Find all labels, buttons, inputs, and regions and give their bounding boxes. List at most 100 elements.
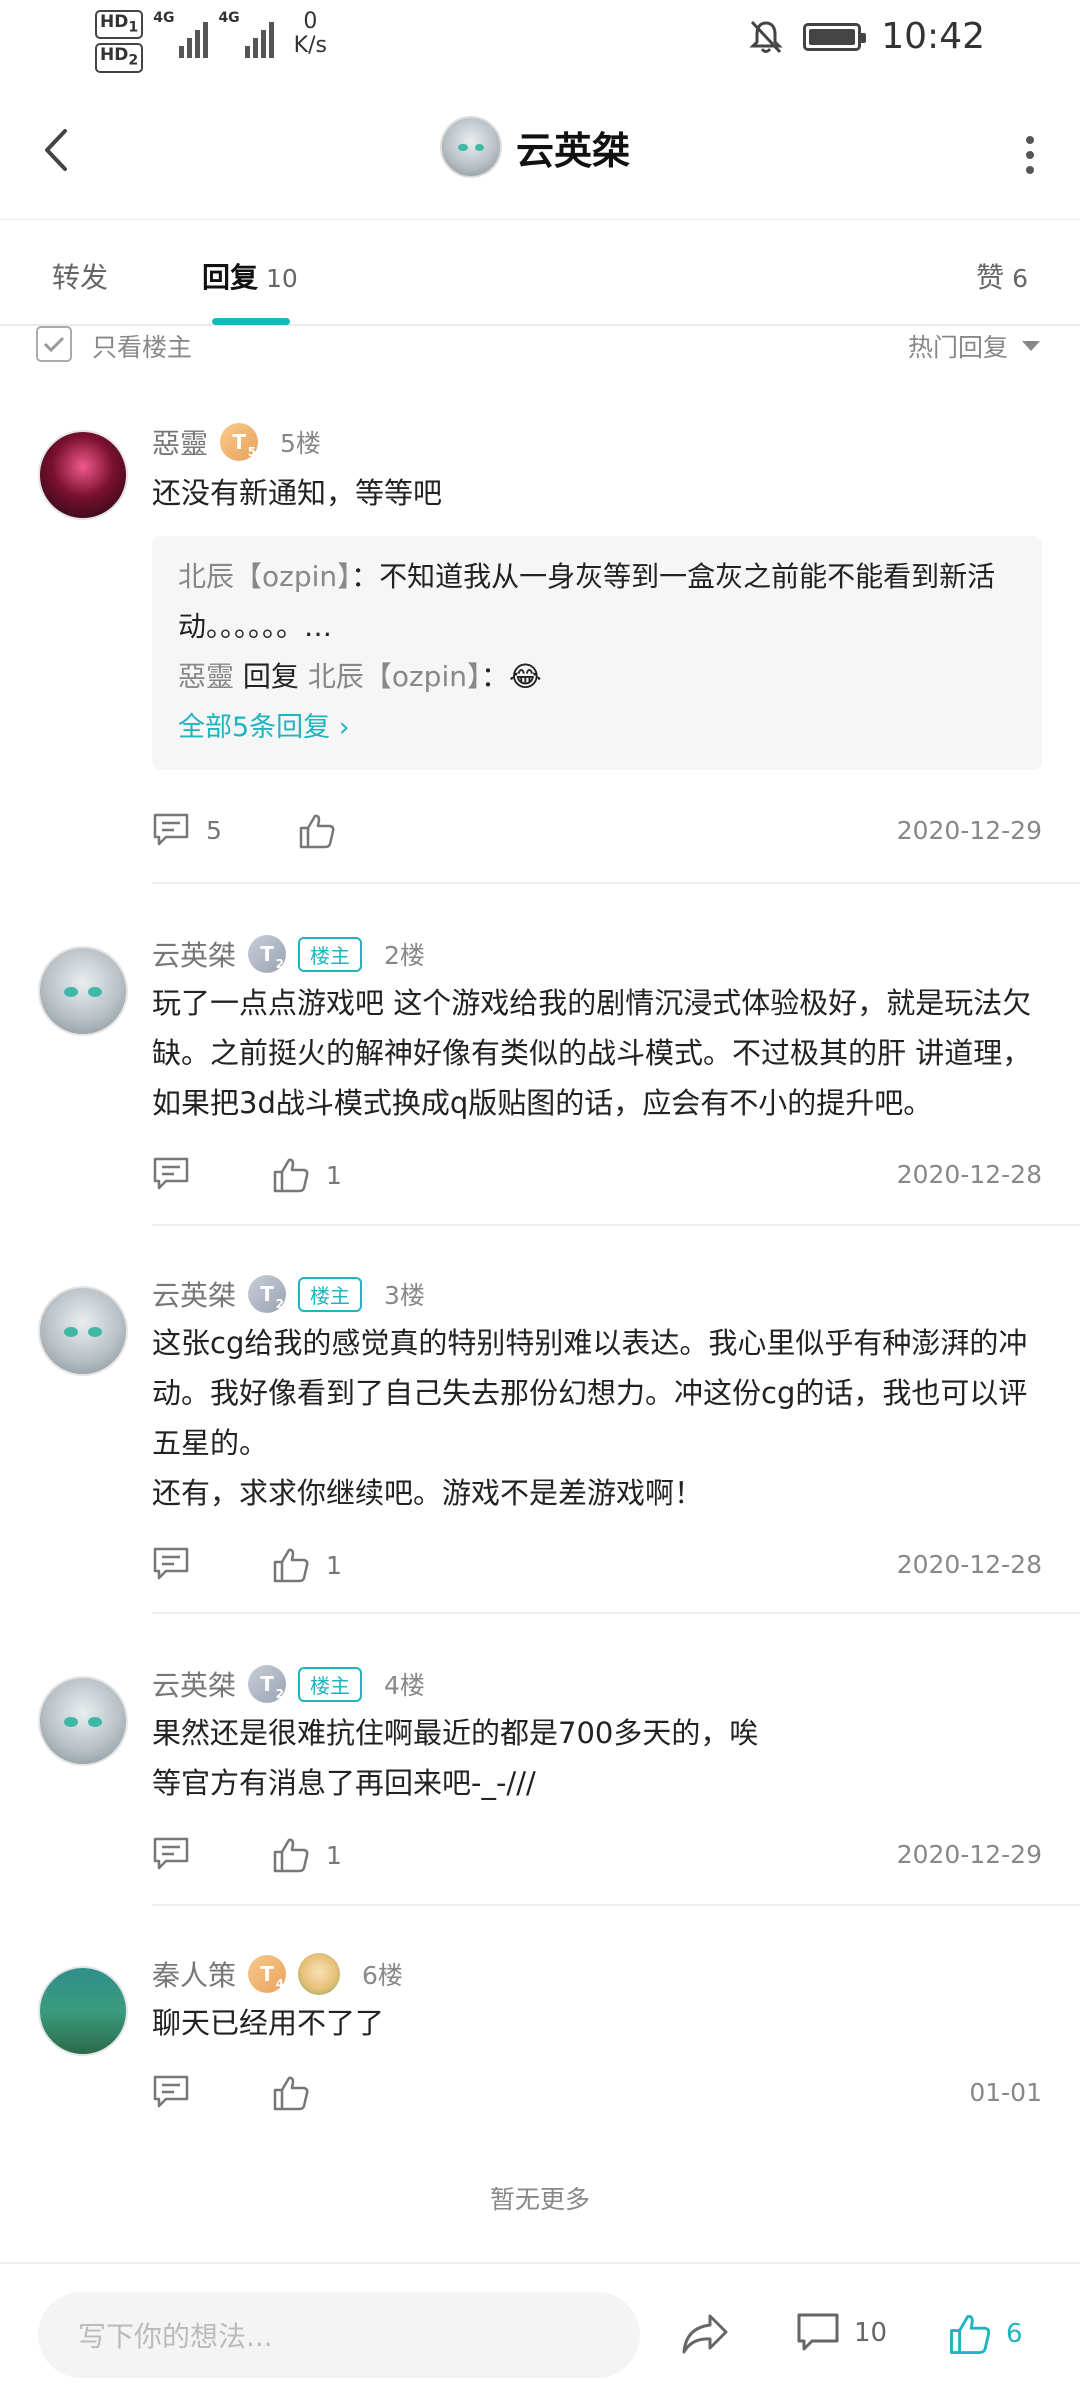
reply-date: 2020-12-29 [896,816,1042,845]
back-button[interactable] [30,120,80,180]
like-button[interactable]: 1 [272,1836,342,1874]
check-icon [43,336,65,353]
divider [152,1612,1080,1614]
reply-date: 2020-12-28 [896,1160,1042,1189]
avatar[interactable] [38,1676,128,1766]
level-badge-icon: T2 [248,935,287,973]
reply-content: 果然还是很难抗住啊最近的都是700多天的，唉 等官方有消息了再回来吧-_-/// [152,1716,759,1800]
net-speed: 0 K/s [293,9,327,58]
signal1-icon: 4G [153,10,209,58]
pet-badge-icon [298,1953,341,1995]
username[interactable]: 云英桀 [152,934,236,974]
reply-meta: 云英桀 T2 楼主 3楼 [152,1272,425,1316]
comment-button[interactable] [152,1836,206,1872]
share-button[interactable] [680,2312,730,2356]
comment-icon [153,813,189,846]
level-badge-icon: T2 [248,1665,287,1703]
like-button[interactable] [272,2074,326,2112]
reply-date: 2020-12-28 [896,1550,1042,1579]
comment-input[interactable]: 写下你的想法... [38,2292,640,2378]
level-badge-icon: T5 [220,423,259,461]
like-button[interactable]: 1 [272,1156,342,1194]
floor-number: 6楼 [362,1961,403,1990]
sort-dropdown[interactable]: 热门回复 [908,328,1040,364]
reply-actions: 5 2020-12-29 [152,812,1042,862]
comment-button[interactable] [152,1156,206,1192]
thumbs-up-icon [273,1158,309,1193]
divider [152,882,1080,884]
hd-indicators: HD1 HD2 [95,10,144,73]
reply-date: 01-01 [969,2078,1042,2107]
tab-active-indicator [212,318,290,325]
header-user[interactable]: 云英桀 [440,116,630,178]
top-header: 云英桀 [0,80,1080,220]
no-more-text: 暂无更多 [489,2185,590,2214]
reply-content: 这张cg给我的感觉真的特别特别难以表达。我心里似乎有种澎湃的冲动。我好像看到了自… [152,1326,1028,1510]
reply-content: 聊天已经用不了了 [152,2006,385,2040]
signal2-icon: 4G [218,10,274,58]
reply-actions: 1 2020-12-28 [152,1156,1042,1206]
avatar[interactable] [38,1286,128,1376]
chevron-left-icon [45,129,67,171]
battery-icon [803,22,867,51]
comment-icon [153,1837,189,1870]
thumbs-up-icon [950,2315,991,2354]
bottom-bar: 写下你的想法... 10 6 [0,2262,1080,2400]
only-op-checkbox[interactable] [36,326,72,362]
comment-button[interactable] [152,2074,206,2110]
hd1-icon: HD1 [95,10,144,40]
share-icon [682,2314,728,2354]
comment-button[interactable] [152,1546,206,1582]
reply-meta: 惡靈 T5 5楼 [152,420,321,464]
comments-button[interactable]: 10 [796,2312,887,2354]
reply-content: 玩了一点点游戏吧 这个游戏给我的剧情沉浸式体验极好，就是玩法欠缺。之前挺火的解神… [152,986,1032,1120]
owner-badge: 楼主 [298,1666,363,1702]
tab-like[interactable]: 赞6 [976,256,1028,296]
reply-content: 还没有新通知，等等吧 [152,476,443,510]
avatar[interactable] [440,116,502,178]
level-badge-icon: T2 [248,1275,287,1313]
reply-meta: 云英桀 T2 楼主 4楼 [152,1662,425,1706]
username[interactable]: 云英桀 [152,1274,236,1314]
reply-actions: 01-01 [152,2074,1042,2124]
like-button[interactable]: 1 [272,1546,342,1584]
floor-number: 5楼 [280,429,321,458]
like-button[interactable] [298,812,352,850]
username[interactable]: 云英桀 [152,1664,236,1704]
hd2-icon: HD2 [95,43,144,73]
username[interactable]: 秦人策 [152,1954,236,1994]
tab-forward[interactable]: 转发 [52,256,108,296]
sub-replies[interactable]: 北辰【ozpin】：不知道我从一身灰等到一盒灰之前能不能看到新活动。。。。。。…… [152,536,1042,770]
reply-date: 2020-12-29 [896,1840,1042,1869]
avatar[interactable] [38,946,128,1036]
thumbs-up-icon [273,1838,309,1873]
status-right: 10:42 [749,16,985,57]
avatar[interactable] [38,430,128,520]
comment-icon [797,2313,839,2351]
tab-reply[interactable]: 回复 10 [202,256,298,296]
dropdown-arrow-icon [1022,341,1040,351]
tab-bar: 转发 回复 10 赞6 [0,220,1080,326]
only-op-label[interactable]: 只看楼主 [92,328,192,364]
username[interactable]: 惡靈 [152,422,208,462]
floor-number: 4楼 [384,1671,425,1700]
more-button[interactable] [1020,130,1040,180]
divider [152,1904,1080,1906]
comment-icon [153,2075,189,2108]
comment-icon [153,1547,189,1580]
like-button[interactable]: 6 [948,2312,1023,2356]
reply-actions: 1 2020-12-29 [152,1836,1042,1886]
reply-actions: 1 2020-12-28 [152,1546,1042,1596]
status-left: HD1 HD2 4G 4G 0 K/s [95,10,327,73]
divider [152,1224,1080,1226]
mute-bell-icon [749,20,783,53]
page-title: 云英桀 [516,128,631,173]
reply-meta: 秦人策 T4 6楼 [152,1952,403,1996]
comment-button[interactable]: 5 [152,812,222,848]
floor-number: 2楼 [384,941,425,970]
owner-badge: 楼主 [298,936,363,972]
avatar[interactable] [38,1966,128,2056]
status-bar: HD1 HD2 4G 4G 0 K/s 10:42 [0,0,1080,80]
view-all-replies-link[interactable]: 全部5条回复 › [178,702,1016,754]
filter-row: 只看楼主 热门回复 [0,326,1080,376]
